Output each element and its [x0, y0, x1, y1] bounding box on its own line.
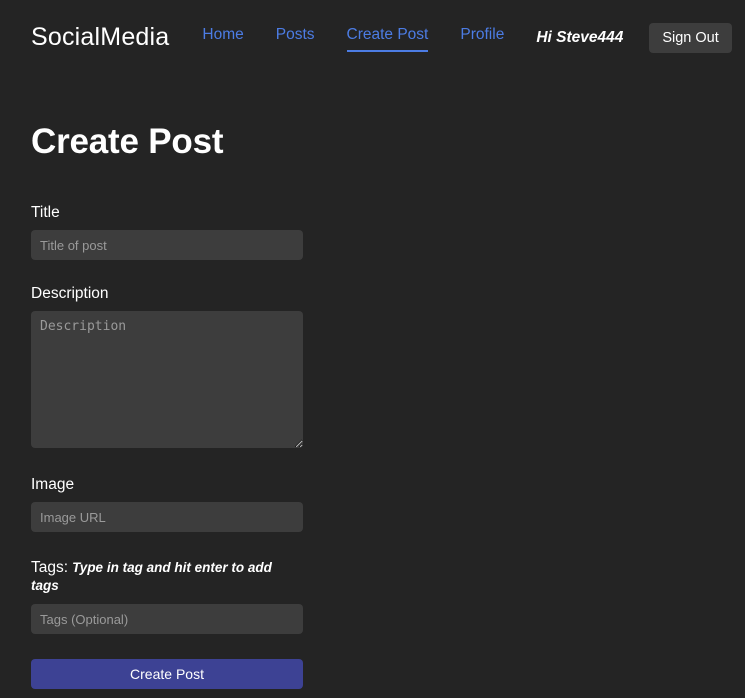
field-group-description: Description	[31, 285, 303, 448]
field-group-image: Image	[31, 476, 303, 532]
field-group-title: Title	[31, 204, 303, 260]
sign-out-button[interactable]: Sign Out	[649, 22, 732, 53]
tags-input[interactable]	[31, 604, 303, 634]
field-group-tags: Tags: Type in tag and hit enter to add ta…	[31, 559, 303, 634]
title-label: Title	[31, 204, 60, 221]
tags-label: Tags:	[31, 559, 69, 576]
create-post-submit-button[interactable]: Create Post	[31, 659, 303, 689]
nav-link-create-post[interactable]: Create Post	[346, 24, 429, 52]
title-input[interactable]	[31, 230, 303, 260]
main-content: Create Post Title Description Image Tags…	[0, 122, 745, 689]
nav-link-home[interactable]: Home	[202, 24, 243, 52]
nav-links: Home Posts Create Post Profile Hi Steve4…	[202, 22, 732, 53]
navbar: SocialMedia Home Posts Create Post Profi…	[0, 0, 745, 75]
nav-link-posts[interactable]: Posts	[276, 24, 315, 52]
user-greeting: Hi Steve444	[536, 28, 624, 46]
description-label: Description	[31, 285, 109, 302]
tags-label-row: Tags: Type in tag and hit enter to add ta…	[31, 559, 303, 595]
description-textarea[interactable]	[31, 311, 303, 448]
page-title: Create Post	[31, 122, 224, 161]
create-post-form: Title Description Image Tags:Type in tag…	[31, 204, 303, 689]
brand-logo[interactable]: SocialMedia	[31, 23, 169, 52]
image-url-input[interactable]	[31, 502, 303, 532]
image-label: Image	[31, 476, 75, 493]
nav-link-profile[interactable]: Profile	[460, 24, 504, 52]
